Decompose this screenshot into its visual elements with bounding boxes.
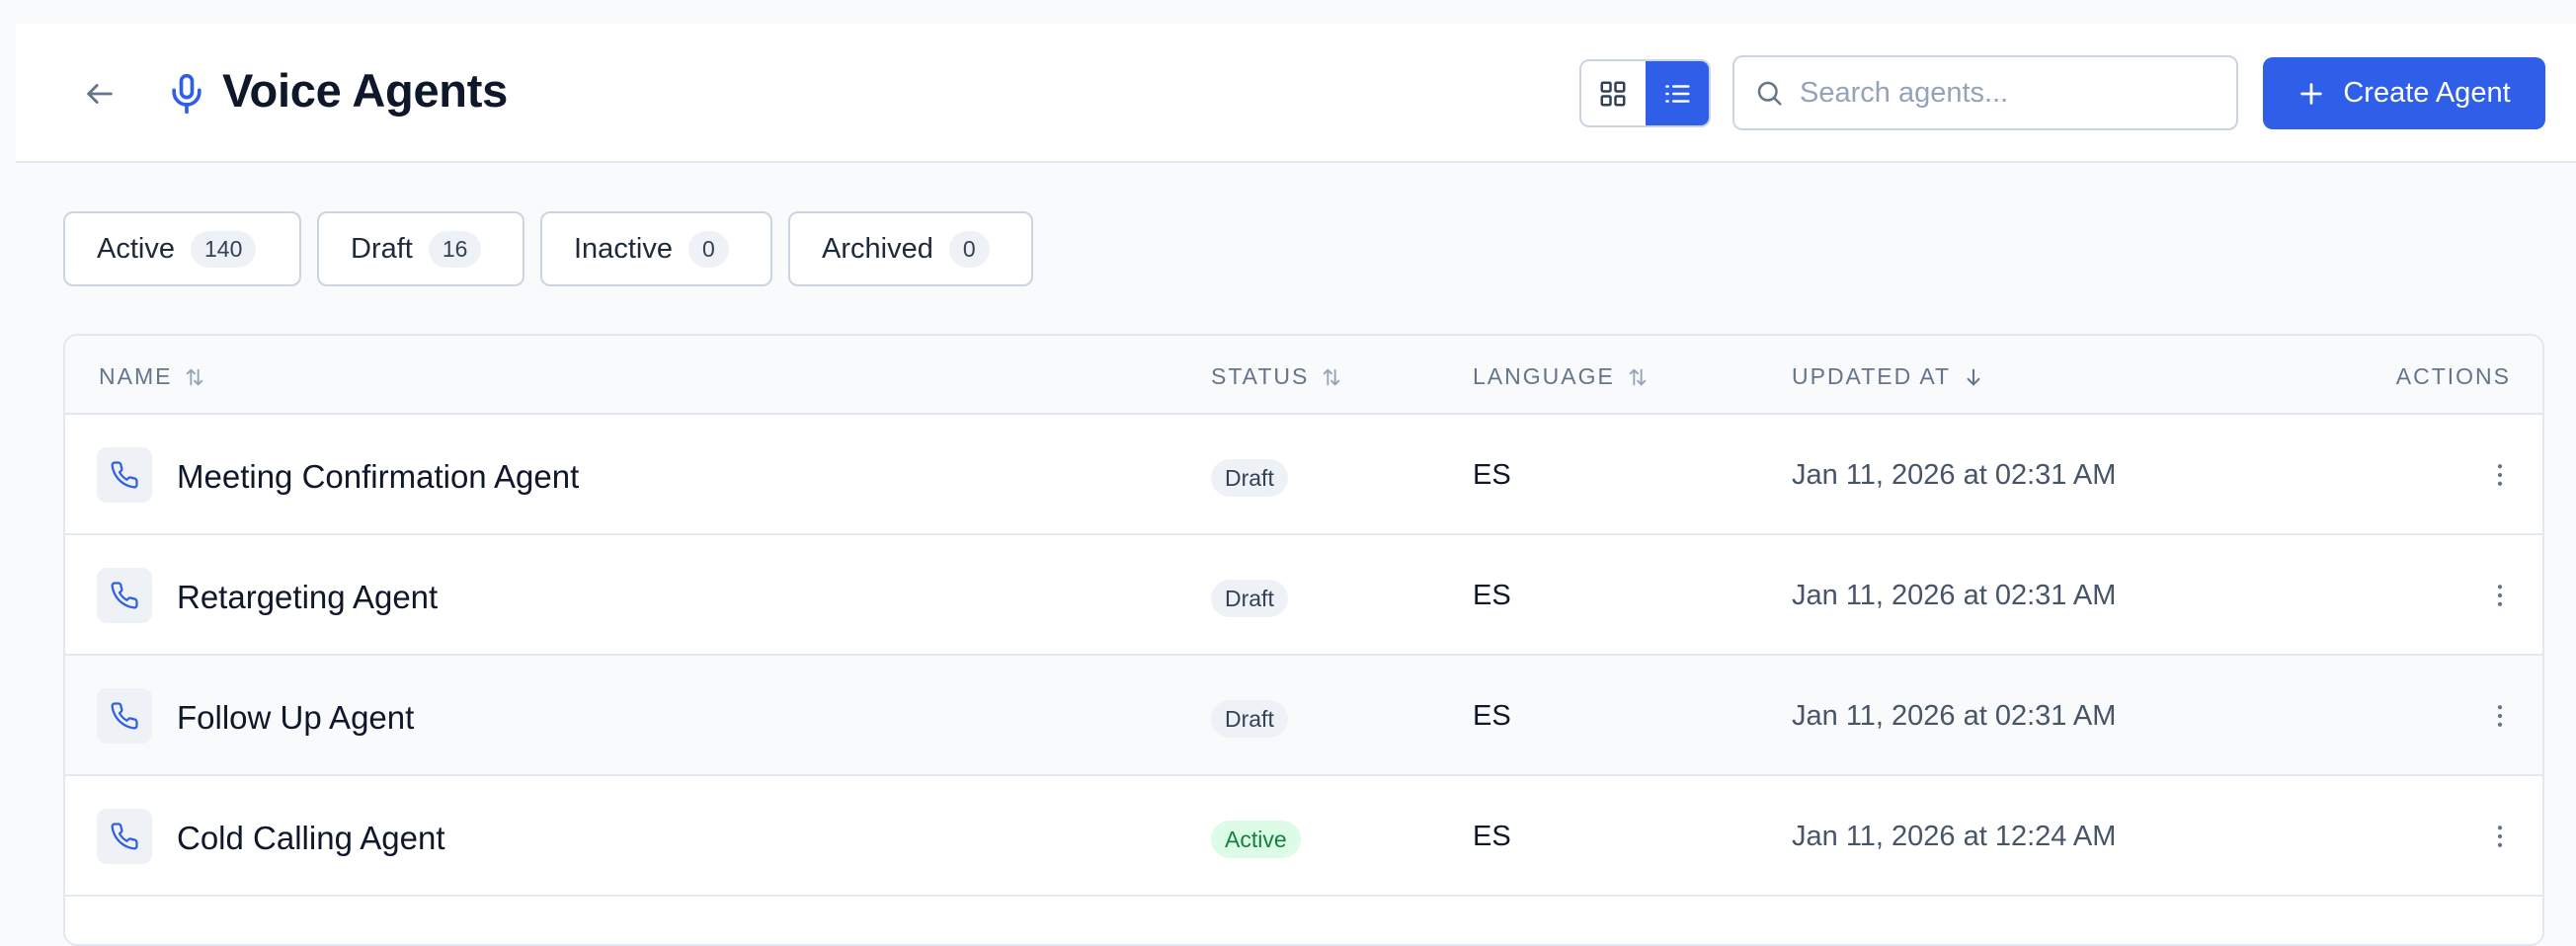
- phone-icon: [97, 688, 152, 744]
- create-agent-button[interactable]: Create Agent: [2263, 57, 2545, 129]
- phone-icon: [97, 809, 152, 864]
- more-vertical-icon: [2497, 826, 2503, 847]
- table-row[interactable]: Cold Calling Agent Active ES Jan 11, 202…: [65, 776, 2542, 897]
- grid-view-button[interactable]: [1581, 61, 1646, 125]
- more-vertical-icon: [2497, 705, 2503, 727]
- column-header-status[interactable]: STATUS: [1211, 363, 1342, 390]
- search-input[interactable]: [1800, 76, 2214, 110]
- page-header: Voice Agents Create Agent: [16, 24, 2576, 163]
- list-view-button[interactable]: [1645, 61, 1709, 125]
- microphone-icon: [160, 67, 213, 120]
- table-header: NAME STATUS LANGUAGE UPDATED AT ACTIONS: [65, 336, 2542, 415]
- row-actions-button[interactable]: [2475, 450, 2525, 500]
- filter-tab-label: Inactive: [574, 232, 673, 265]
- row-actions-button[interactable]: [2475, 571, 2525, 620]
- column-header-updated-at[interactable]: UPDATED AT: [1792, 363, 1984, 390]
- page-title: Voice Agents: [222, 64, 508, 117]
- phone-icon: [97, 568, 152, 623]
- filter-tab-active[interactable]: Active 140: [63, 211, 301, 286]
- agent-name[interactable]: Meeting Confirmation Agent: [177, 458, 579, 496]
- column-label: LANGUAGE: [1473, 363, 1615, 389]
- agent-language: ES: [1473, 700, 1511, 732]
- more-vertical-icon: [2497, 464, 2503, 486]
- filter-tab-archived[interactable]: Archived 0: [788, 211, 1033, 286]
- filter-count-badge: 0: [948, 230, 990, 268]
- agent-updated-at: Jan 11, 2026 at 02:31 AM: [1792, 700, 2117, 732]
- phone-icon: [97, 447, 152, 503]
- status-badge: Draft: [1211, 580, 1288, 617]
- plus-icon: [2300, 82, 2323, 105]
- column-header-name[interactable]: NAME: [99, 363, 205, 390]
- filter-tab-draft[interactable]: Draft 16: [317, 211, 524, 286]
- filter-tab-inactive[interactable]: Inactive 0: [540, 211, 772, 286]
- status-badge: Active: [1211, 821, 1301, 858]
- column-header-language[interactable]: LANGUAGE: [1473, 363, 1649, 390]
- table-row[interactable]: Follow Up Agent Draft ES Jan 11, 2026 at…: [65, 656, 2542, 776]
- column-label: ACTIONS: [2395, 363, 2511, 389]
- agent-name[interactable]: Retargeting Agent: [177, 579, 438, 616]
- filter-tab-label: Active: [97, 232, 175, 265]
- arrow-down-icon: [1967, 368, 1980, 385]
- list-icon: [1664, 84, 1690, 103]
- row-actions-button[interactable]: [2475, 812, 2525, 861]
- column-label: NAME: [99, 363, 173, 389]
- table-row[interactable]: Meeting Confirmation Agent Draft ES Jan …: [65, 415, 2542, 535]
- status-badge: Draft: [1211, 700, 1288, 738]
- sort-icon: [1324, 368, 1340, 385]
- view-toggle: [1579, 59, 1711, 127]
- more-vertical-icon: [2497, 585, 2503, 606]
- search-box: [1732, 55, 2238, 130]
- sort-icon: [1629, 368, 1647, 385]
- agent-language: ES: [1473, 580, 1511, 611]
- search-icon: [1757, 81, 1782, 106]
- agent-language: ES: [1473, 821, 1511, 852]
- column-label: STATUS: [1211, 363, 1310, 389]
- filter-tab-label: Draft: [351, 232, 413, 265]
- arrow-left-icon: [87, 84, 113, 104]
- row-actions-button[interactable]: [2475, 691, 2525, 741]
- create-agent-label: Create Agent: [2343, 77, 2511, 109]
- filter-count-badge: 0: [687, 230, 729, 268]
- agent-name[interactable]: Follow Up Agent: [177, 699, 414, 737]
- top-strip: [0, 0, 2576, 24]
- filter-tab-label: Archived: [822, 232, 933, 265]
- table-row[interactable]: Retargeting Agent Draft ES Jan 11, 2026 …: [65, 535, 2542, 656]
- agent-updated-at: Jan 11, 2026 at 12:24 AM: [1792, 821, 2117, 852]
- grid-icon: [1600, 81, 1626, 106]
- back-button[interactable]: [75, 69, 124, 118]
- agent-updated-at: Jan 11, 2026 at 02:31 AM: [1792, 580, 2117, 611]
- agent-name[interactable]: Cold Calling Agent: [177, 820, 445, 857]
- filter-count-badge: 140: [190, 230, 257, 268]
- column-label: UPDATED AT: [1792, 363, 1951, 389]
- status-badge: Draft: [1211, 459, 1288, 497]
- agent-updated-at: Jan 11, 2026 at 02:31 AM: [1792, 459, 2117, 491]
- filter-count-badge: 16: [428, 230, 482, 268]
- column-header-actions: ACTIONS: [2396, 363, 2511, 390]
- sort-icon: [187, 368, 203, 385]
- agent-language: ES: [1473, 459, 1511, 491]
- agents-table: NAME STATUS LANGUAGE UPDATED AT ACTIONS …: [63, 334, 2544, 946]
